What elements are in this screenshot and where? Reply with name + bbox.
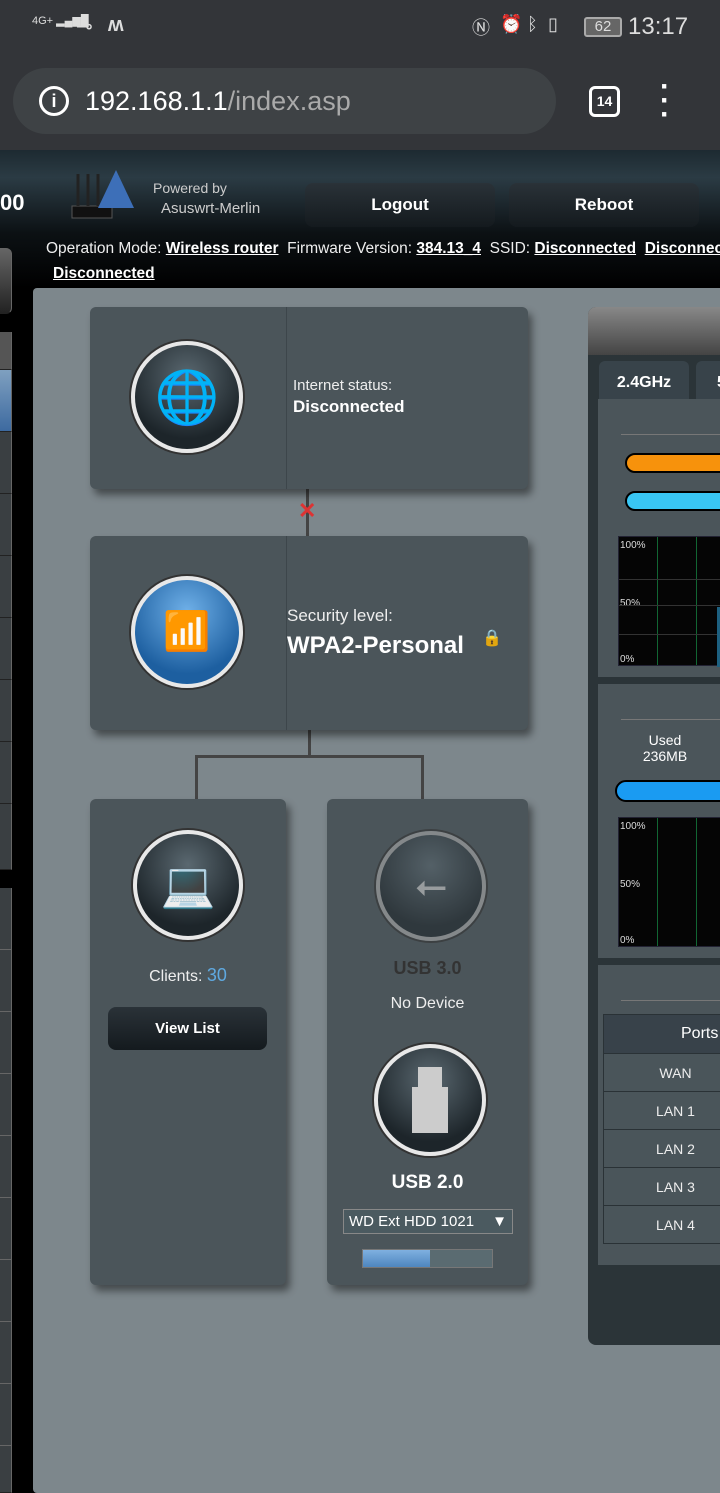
vpn-key-icon: ⊸: [76, 16, 93, 38]
usb-usage-bar: [362, 1249, 493, 1268]
battery-icon: 62: [584, 17, 622, 37]
model-name: 00: [0, 190, 25, 215]
status-bar: 4G+ ▂▄▆█ ⊸ ʍ Ⓝ ⏰ ᛒ ▯ 62 13:17: [0, 0, 720, 56]
router-icon[interactable]: 📶: [131, 576, 243, 688]
vibrate-icon: ▯: [548, 14, 558, 34]
usb-card: ⭠ USB 3.0 No Device USB 2.0 WD Ext HDD 1…: [327, 799, 528, 1285]
sidebar-item[interactable]: [0, 680, 12, 742]
graph-tick: 100%: [620, 540, 646, 551]
computer-icon[interactable]: 💻: [133, 830, 243, 940]
status-info-line: Operation Mode: Wireless router Firmware…: [46, 240, 720, 258]
usb-device-select[interactable]: WD Ext HDD 1021 ▼: [343, 1209, 513, 1234]
cpu-section: 100% 50% 0%: [598, 399, 720, 677]
clients-count: 30: [206, 965, 227, 985]
system-status-panel: 2.4GHz 5 100% 50% 0% Used236MB 100% 50% …: [588, 307, 720, 1345]
sidebar-item[interactable]: [0, 494, 12, 556]
alarm-icon: ⏰: [500, 14, 523, 34]
usb-device-value: WD Ext HDD 1021: [349, 1213, 475, 1230]
ports-header: Ports: [604, 1015, 720, 1053]
port-row: LAN 4: [604, 1205, 720, 1243]
sidebar-item[interactable]: [0, 556, 12, 618]
clock: 13:17: [628, 13, 689, 40]
bluetooth-icon: ᛒ: [527, 14, 538, 34]
clients-card[interactable]: 💻 Clients: 30 View List: [90, 799, 286, 1285]
menu-icon[interactable]: · · ·: [660, 72, 670, 130]
sidebar-item-active[interactable]: [0, 370, 12, 432]
ports-section: Ports WAN LAN 1 LAN 2 LAN 3 LAN 4: [598, 965, 720, 1265]
security-level-label: Security level:: [287, 606, 393, 625]
ssid-link-3[interactable]: Disconnected: [53, 265, 155, 283]
ram-used-value: 236MB: [642, 748, 688, 764]
reboot-button[interactable]: Reboot: [509, 183, 699, 227]
sidebar-section[interactable]: [0, 888, 12, 1493]
powered-by-label: Powered by: [153, 180, 227, 196]
browser-toolbar: i 192.168.1.1/index.asp 14 · · ·: [0, 56, 720, 150]
clients-label: Clients:: [149, 968, 203, 985]
usb3-status: No Device: [390, 995, 465, 1012]
cpu-bar-2: [625, 491, 720, 511]
ssid-link-2[interactable]: Disconnected: [645, 240, 720, 257]
sidebar-item[interactable]: [0, 432, 12, 494]
info-icon[interactable]: i: [39, 86, 69, 116]
cpu-graph: 100% 50% 0%: [618, 536, 720, 667]
port-row: LAN 3: [604, 1167, 720, 1205]
ram-bar: [615, 780, 720, 802]
graph-tick: 0%: [620, 935, 635, 946]
usb3-label: USB 3.0: [393, 958, 462, 978]
brand-label: Asuswrt-Merlin: [161, 200, 261, 217]
merlin-logo-icon: [71, 170, 134, 219]
op-mode-link[interactable]: Wireless router: [166, 240, 279, 257]
ssid-link-1[interactable]: Disconnected: [534, 240, 636, 257]
lock-icon: 🔒: [482, 630, 502, 647]
cpu-bar-1: [625, 453, 720, 473]
url-bar[interactable]: i 192.168.1.1/index.asp: [13, 68, 556, 134]
view-list-button[interactable]: View List: [108, 1007, 267, 1050]
disconnected-x-icon: ✕: [298, 498, 317, 523]
dropdown-arrow-icon: ▼: [492, 1213, 507, 1230]
nfc-icon: Ⓝ: [472, 18, 490, 38]
port-row: WAN: [604, 1053, 720, 1091]
usb-drive-icon[interactable]: [374, 1044, 486, 1156]
sidebar-item[interactable]: [0, 804, 12, 870]
internet-card[interactable]: 🌐 Internet status: Disconnected: [90, 307, 528, 489]
sidebar-item[interactable]: [0, 332, 12, 370]
router-card[interactable]: 📶 Security level: WPA2-Personal 🔒: [90, 536, 528, 730]
sidebar-item[interactable]: [0, 742, 12, 804]
usb-icon[interactable]: ⭠: [376, 831, 486, 941]
graph-tick: 0%: [620, 654, 635, 665]
security-level-value: WPA2-Personal: [287, 632, 464, 659]
graph-tick: 50%: [620, 598, 641, 609]
ssid-label: SSID:: [489, 240, 531, 257]
tab-count-button[interactable]: 14: [589, 86, 620, 117]
usb2-label: USB 2.0: [391, 1172, 464, 1193]
ports-table: Ports WAN LAN 1 LAN 2 LAN 3 LAN 4: [603, 1014, 720, 1244]
connector-line: [195, 755, 424, 799]
ram-graph: 100% 50% 0%: [618, 817, 720, 947]
internet-status-label: Internet status:: [293, 377, 393, 394]
graph-tick: 50%: [620, 879, 641, 890]
m-icon: ʍ: [108, 14, 124, 36]
firmware-label: Firmware Version:: [287, 240, 413, 257]
ram-used-label: Used: [648, 732, 682, 748]
graph-tick: 100%: [620, 821, 646, 832]
port-row: LAN 1: [604, 1091, 720, 1129]
sidebar-item[interactable]: [0, 248, 12, 314]
url-path: /index.asp: [227, 85, 351, 116]
logout-button[interactable]: Logout: [305, 183, 495, 227]
connector-line: [308, 730, 311, 756]
internet-status-value: Disconnected: [293, 397, 405, 416]
sidebar-item[interactable]: [0, 618, 12, 680]
url-host: 192.168.1.1: [85, 85, 228, 116]
globe-icon[interactable]: 🌐: [131, 341, 243, 453]
op-mode-label: Operation Mode:: [46, 240, 162, 257]
firmware-link[interactable]: 384.13_4: [416, 240, 481, 257]
router-header: 00 Powered by Asuswrt-Merlin Logout Rebo…: [0, 150, 720, 288]
port-row: LAN 2: [604, 1129, 720, 1167]
ram-section: Used 236MB 100% 50% 0%: [598, 684, 720, 958]
